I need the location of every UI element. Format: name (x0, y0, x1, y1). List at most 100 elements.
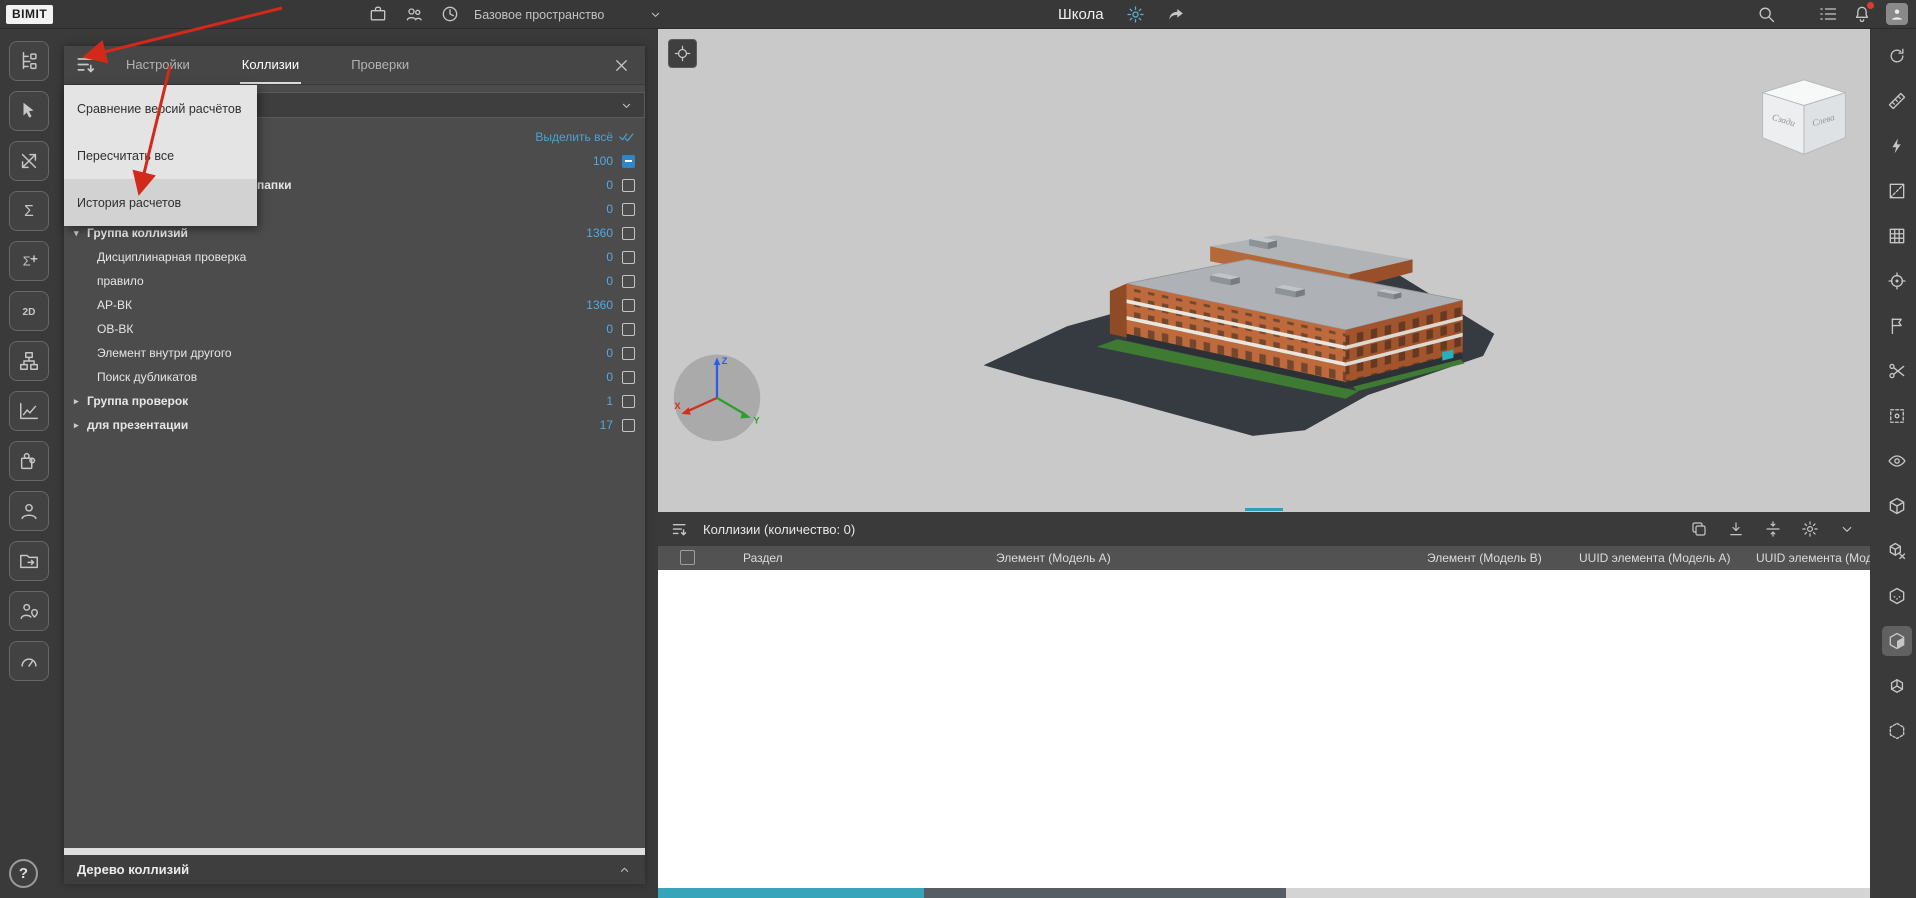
panel-resize-strip[interactable] (64, 848, 645, 855)
tree-checkbox[interactable] (622, 251, 635, 264)
column-header[interactable]: Раздел (743, 551, 783, 565)
user-avatar[interactable] (1886, 3, 1908, 25)
row-height-icon[interactable] (1764, 520, 1782, 538)
user-location-tool-button[interactable] (9, 591, 49, 631)
column-header[interactable]: UUID элемента (Модель A) (1579, 551, 1731, 565)
duplicate-icon[interactable] (1690, 520, 1708, 538)
sum-tool-button[interactable]: Σ (9, 191, 49, 231)
calculations-menu-button[interactable] (74, 52, 100, 78)
tree-checkbox[interactable] (622, 227, 635, 240)
tree-checkbox[interactable] (622, 347, 635, 360)
tree-checkbox[interactable] (622, 323, 635, 336)
chevron-down-icon (619, 98, 634, 113)
tree-checkbox[interactable] (622, 179, 635, 192)
select-all-checkbox[interactable] (680, 550, 695, 565)
tree-label: Поиск дубликатов (97, 370, 197, 384)
close-icon[interactable] (612, 56, 631, 75)
table-menu-icon[interactable] (670, 519, 691, 540)
clip-scissors-tool-button[interactable] (1882, 356, 1912, 386)
tree-expanded-icon[interactable]: ▾ (74, 228, 87, 239)
panel-tab[interactable]: Проверки (349, 46, 411, 84)
visibility-eye-tool-button[interactable] (1882, 446, 1912, 476)
lightning-tool-button[interactable] (1882, 131, 1912, 161)
chevron-down-icon[interactable] (1838, 520, 1856, 538)
tree-checkbox[interactable] (622, 371, 635, 384)
focus-model-button[interactable] (668, 39, 697, 68)
tree-row[interactable]: Элемент внутри другого0 (64, 341, 645, 365)
share-icon[interactable] (1167, 5, 1186, 24)
tree-row[interactable]: АР-ВК1360 (64, 293, 645, 317)
cube-transform-tool-button[interactable] (1882, 671, 1912, 701)
select-all-link[interactable]: Выделить всё (535, 128, 635, 145)
tree-collapsed-icon[interactable]: ▸ (74, 396, 87, 407)
panel-tab[interactable]: Коллизии (240, 46, 301, 84)
view-2d-tool-button[interactable]: 2D (9, 291, 49, 331)
collisions-tool-button[interactable] (9, 141, 49, 181)
box-dashed-tool-button[interactable] (1882, 401, 1912, 431)
menu-item[interactable]: Пересчитать все (64, 132, 257, 179)
flag-tool-button[interactable] (1882, 311, 1912, 341)
model-tree-tool-button[interactable] (9, 41, 49, 81)
tree-checkbox[interactable] (622, 419, 635, 432)
tree-count: 100 (593, 154, 613, 168)
panel-footer[interactable]: Дерево коллизий (64, 855, 645, 884)
notifications-button[interactable] (1852, 4, 1872, 24)
axis-gizmo[interactable]: Z X Y (670, 349, 764, 448)
project-settings-gear-icon[interactable] (1126, 5, 1145, 24)
export-tool-button[interactable] (9, 541, 49, 581)
tree-row[interactable]: ▸Группа проверок1 (64, 389, 645, 413)
tree-checkbox[interactable] (622, 299, 635, 312)
select-tool-button[interactable] (9, 91, 49, 131)
download-to-line-icon[interactable] (1727, 520, 1745, 538)
view-cube[interactable]: Сзади Слева (1758, 77, 1850, 163)
app-logo[interactable]: BIMIT (6, 5, 53, 24)
tree-checkbox[interactable] (622, 395, 635, 408)
graph-tool-button[interactable] (9, 391, 49, 431)
help-button[interactable]: ? (9, 859, 38, 888)
tree-row[interactable]: Поиск дубликатов0 (64, 365, 645, 389)
horizontal-scrollbar[interactable] (658, 888, 1870, 898)
case-icon[interactable] (368, 4, 388, 24)
user-tool-button[interactable] (9, 491, 49, 531)
cube-tool-button[interactable] (1882, 491, 1912, 521)
plugin-tool-button[interactable] (9, 441, 49, 481)
team-icon[interactable] (404, 4, 424, 24)
menu-item[interactable]: История расчетов (64, 179, 257, 226)
measure-tool-button[interactable] (1882, 86, 1912, 116)
gauge-tool-button[interactable] (9, 641, 49, 681)
scrollbar-thumb[interactable] (924, 888, 1286, 898)
space-selector[interactable]: Базовое пространство (474, 0, 663, 29)
tree-row[interactable]: ОВ-ВК0 (64, 317, 645, 341)
panel-tab[interactable]: Настройки (124, 46, 192, 84)
list-menu-icon[interactable] (1818, 4, 1838, 24)
orbit-tool-button[interactable] (1882, 41, 1912, 71)
column-header[interactable]: Элемент (Модель A) (996, 551, 1111, 565)
school-building-model[interactable] (978, 187, 1498, 461)
cube-pattern-tool-button[interactable] (1882, 581, 1912, 611)
menu-item[interactable]: Сравнение версий расчётов (64, 85, 257, 132)
cube-paint-tool-button[interactable] (1882, 626, 1912, 656)
tree-checkbox[interactable] (622, 275, 635, 288)
focus-target-tool-button[interactable] (1882, 266, 1912, 296)
column-header[interactable]: UUID элемента (Мод (1756, 551, 1870, 565)
column-header[interactable]: Элемент (Модель B) (1427, 551, 1542, 565)
search-icon[interactable] (1756, 4, 1776, 24)
tree-row[interactable]: ▸для презентации17 (64, 413, 645, 437)
svg-text:Σ: Σ (24, 203, 34, 220)
grid-tool-button[interactable] (1882, 221, 1912, 251)
tree-checkbox[interactable] (622, 203, 635, 216)
panel-resize-handle[interactable] (1245, 508, 1283, 511)
cube-ghost-tool-button[interactable] (1882, 716, 1912, 746)
axis-x-label: X (674, 400, 681, 411)
cube-remove-tool-button[interactable] (1882, 536, 1912, 566)
tree-row[interactable]: Дисциплинарная проверка0 (64, 245, 645, 269)
section-plane-tool-button[interactable] (1882, 176, 1912, 206)
tree-checkbox[interactable] (622, 155, 635, 168)
tree-label: папки (257, 178, 292, 192)
structure-tool-button[interactable] (9, 341, 49, 381)
tree-collapsed-icon[interactable]: ▸ (74, 420, 87, 431)
tree-row[interactable]: правило0 (64, 269, 645, 293)
sum-plus-tool-button[interactable]: Σ (9, 241, 49, 281)
settings-gear-icon[interactable] (1801, 520, 1819, 538)
history-icon[interactable] (440, 4, 460, 24)
